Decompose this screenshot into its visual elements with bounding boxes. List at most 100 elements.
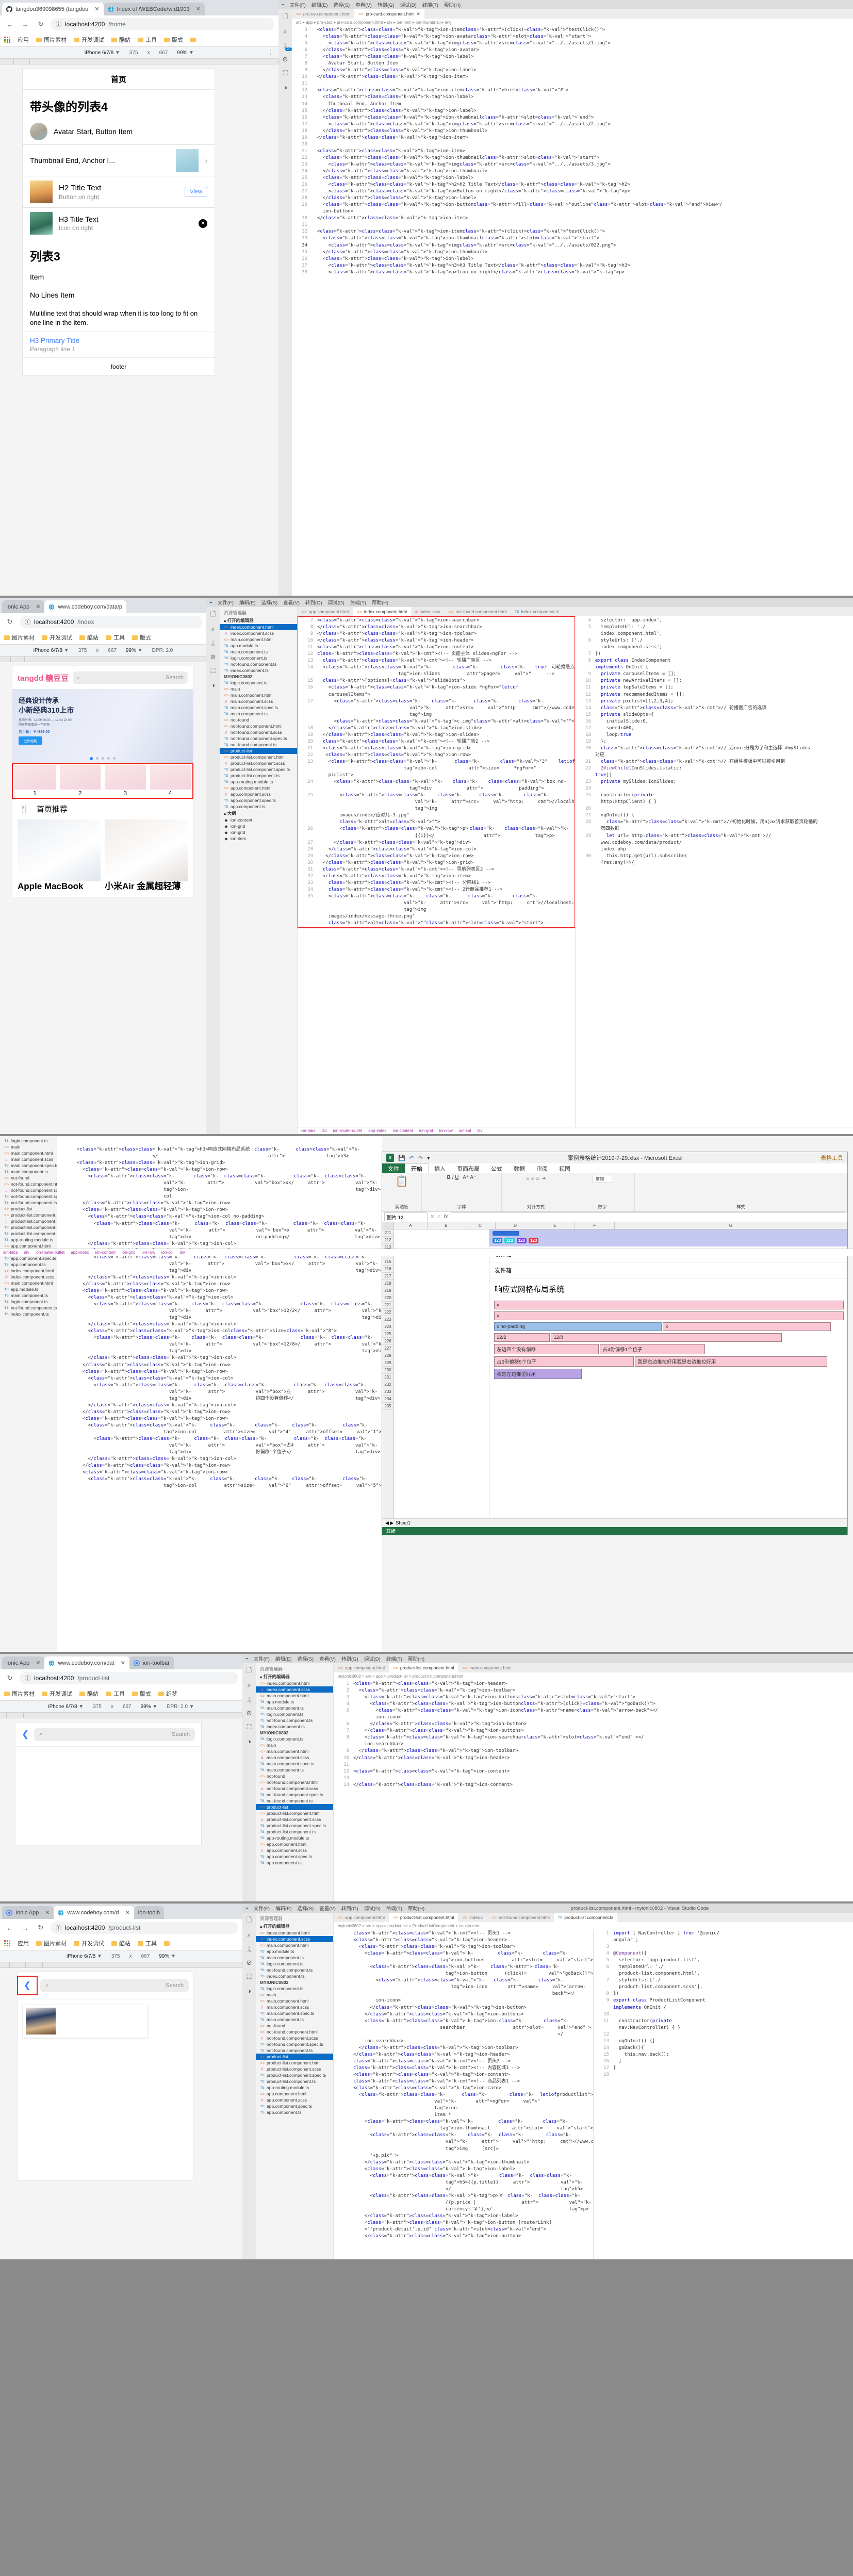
file-tree-item[interactable]: # main.component.scss xyxy=(220,698,297,704)
code-line[interactable]: 16 <class="k-attr">class = class ="k-val">"… xyxy=(292,114,853,121)
bookmark-item[interactable]: 开发调试 xyxy=(74,1939,104,1947)
code-line[interactable]: class="k-attr">class = class ="k-val">"k-cm… xyxy=(334,2078,593,2085)
code-line[interactable]: 15 </class="k-attr">class = class ="k-val">… xyxy=(292,108,853,114)
file-tree-item[interactable]: TS main.component.ts xyxy=(0,1292,57,1299)
close-icon[interactable]: ✕ xyxy=(32,1660,40,1666)
menu-go[interactable]: 转到(G) xyxy=(341,1655,358,1662)
code-line[interactable]: 19 </class="k-attr">class = class ="k-val">… xyxy=(298,732,575,739)
code-line[interactable]: <class="k-attr">class=class="k-val">"k-t… xyxy=(57,1207,382,1213)
file-tree-item[interactable]: TS app.component.spec.ts xyxy=(0,1255,57,1261)
column-header[interactable]: C xyxy=(465,1222,496,1229)
code-line[interactable]: <class="k-attr">class=class="k-val">"k-t… xyxy=(334,1964,594,1977)
file-tree-item[interactable]: TS not-found.component.ts xyxy=(0,1305,57,1311)
code-line[interactable]: carouselItems"> xyxy=(298,692,575,698)
browser-tab[interactable]: tangdou369098655 (tangdou ✕ xyxy=(2,3,104,15)
qat-more-icon[interactable]: ▾ xyxy=(427,1155,430,1161)
bookmark-item[interactable]: 酷站 xyxy=(111,36,130,44)
row-header[interactable]: 233 xyxy=(382,1388,393,1396)
editor-tab[interactable]: <> main.component.html xyxy=(458,1663,516,1672)
code-line[interactable]: ion-button> xyxy=(292,208,853,215)
name-box[interactable]: 图片 12 xyxy=(384,1212,428,1221)
menu-edit[interactable]: 编辑(E) xyxy=(275,1655,292,1662)
extensions-icon[interactable]: ⛶ xyxy=(209,667,217,675)
file-tree-item[interactable]: <> main.component.html xyxy=(256,1748,333,1754)
product-card[interactable]: Apple MacBook xyxy=(18,819,101,892)
code-line[interactable]: 23 <class="k-attr">class = class ="k-val">"… xyxy=(298,759,575,772)
code-line[interactable]: ion-icon> xyxy=(334,1714,853,1721)
file-tree-item[interactable]: <> app.component.html xyxy=(256,1841,333,1847)
code-line[interactable]: 15 private slideOpts={ xyxy=(576,712,853,718)
code-line[interactable]: 25 <class="k-attr">class = class ="k-val">"… xyxy=(292,175,853,182)
device-height[interactable]: 667 xyxy=(108,648,117,653)
element-node[interactable]: ion-content xyxy=(95,1250,116,1255)
menu-selection[interactable]: 选择(S) xyxy=(298,1655,314,1662)
device-selector[interactable]: iPhone 6/7/8 ▼ xyxy=(85,50,120,56)
menu-view[interactable]: 查看(V) xyxy=(355,1,372,8)
code-line[interactable]: 6 </class="k-attr">class = class ="k-val">"… xyxy=(334,1721,853,1728)
code-line[interactable]: 12 <class="k-attr">class = class ="k-val">"k… xyxy=(334,1768,853,1775)
row-header[interactable]: 212 xyxy=(382,1237,393,1244)
file-tree-item[interactable]: #app.component.scss xyxy=(256,1847,333,1853)
outline-section[interactable]: ▴ 大纲 xyxy=(220,810,297,817)
browser-tab[interactable]: www.codeboy.com/d ✕ xyxy=(54,1906,134,1919)
row-header[interactable]: 217 xyxy=(382,1273,393,1280)
element-node[interactable]: ion-grid xyxy=(122,1250,136,1255)
column-header[interactable]: G xyxy=(615,1222,847,1229)
code-line[interactable]: 14 </class="k-attr">class = class ="k-val">"… xyxy=(334,1782,853,1789)
file-tree-item[interactable]: #app.component.scss xyxy=(256,2097,333,2103)
row-header[interactable]: 222 xyxy=(382,1309,393,1316)
file-tree-item[interactable]: TS index.component.ts xyxy=(0,1311,57,1317)
element-node[interactable]: ion-content xyxy=(392,1128,413,1133)
code-line[interactable]: 4 <class="k-attr">class = class ="k-val">"k… xyxy=(292,34,853,40)
file-tree-item[interactable]: <> main xyxy=(256,1992,333,1998)
code-line[interactable]: 25 constructor(private xyxy=(576,792,853,799)
element-node[interactable]: ion-router-outlet xyxy=(333,1128,362,1133)
code-line[interactable]: 18 </class="k-attr">class = class ="k-val">… xyxy=(292,128,853,135)
file-tree-item[interactable]: # main.component.scss xyxy=(256,2004,333,2010)
code-line[interactable]: <class="k-attr">class=class="k-val">"k-t… xyxy=(334,2018,593,2038)
menu-file[interactable]: 文件(F) xyxy=(218,599,234,606)
file-tree-item[interactable]: TS main.component.ts xyxy=(256,2016,333,2023)
code-line[interactable]: 21 <class="k-attr">class = class ="k-val">"… xyxy=(298,745,575,752)
list-item[interactable]: Thumbnail End, Anchor I... › xyxy=(23,145,215,176)
browser-tab[interactable]: Ionic App ✕ xyxy=(2,600,45,613)
carousel-banner[interactable]: 经典设计传承 小新经典310上市 抢购时间：12.09 00:00 — 12.2… xyxy=(12,689,193,763)
open-editors-section[interactable]: ▴ 打开的编辑器 xyxy=(220,617,297,624)
code-line[interactable]: angular'; xyxy=(594,1937,853,1944)
extensions-icon[interactable]: ⛶ xyxy=(281,69,289,77)
code-line[interactable]: <class="k-attr">class=class="k-val">"k-t… xyxy=(57,1469,382,1476)
search-icon[interactable]: ⌕ xyxy=(209,625,217,633)
excel-empty-columns[interactable] xyxy=(394,1229,489,1518)
alignment-controls[interactable]: ≡ ≡ ≡ ⇥ xyxy=(526,1175,546,1182)
browser-tab[interactable]: Index of /WEBCode/wfd1903 ✕ xyxy=(103,3,205,15)
browser-tab[interactable]: Ionic App ✕ xyxy=(2,1906,54,1919)
code-line[interactable]: 26 <class="k-attr">class = class ="k-val">"… xyxy=(292,182,853,188)
file-tree-item[interactable]: <> app.component.html xyxy=(220,785,297,791)
file-tree-item[interactable]: #product-list.component.scss xyxy=(256,2066,333,2072)
file-tree-item[interactable]: #not-found.component.scss xyxy=(256,2035,333,2041)
file-tree-item[interactable]: <> main xyxy=(220,686,297,692)
row-header[interactable]: 218 xyxy=(382,1280,393,1287)
row-header[interactable]: 235 xyxy=(382,1403,393,1410)
row-header[interactable]: 230 xyxy=(382,1367,393,1374)
file-tree-item[interactable]: #product-list.component.scss xyxy=(256,1816,333,1823)
zoom-selector[interactable]: 99% ▼ xyxy=(141,1704,158,1710)
bookmark-item[interactable]: 版式 xyxy=(164,36,183,44)
bookmark-item[interactable]: 图片素材 xyxy=(36,1939,67,1947)
address-bar[interactable]: ⓘ localhost:4200/product-list xyxy=(20,1672,238,1684)
editor-tab[interactable]: <> product-list.component.html xyxy=(388,1913,458,1922)
close-icon[interactable]: ✕ xyxy=(193,6,201,12)
code-line[interactable]: </class="k-attr">class = class ="k-val">"k-… xyxy=(57,1321,382,1328)
list-item[interactable]: H2 Title Text Button on right View xyxy=(23,176,215,208)
kebab-menu-icon[interactable]: ⋮ xyxy=(268,50,273,56)
code-line[interactable]: <class="k-attr">class=class="k-val">"k-t… xyxy=(57,1382,382,1402)
extensions-icon[interactable]: ⛶ xyxy=(245,1973,253,1981)
ribbon-tab-data[interactable]: 数据 xyxy=(508,1163,531,1173)
file-tree-item[interactable]: TSnot-found.component.spec.ts xyxy=(220,735,297,742)
code-line[interactable]: class="k-attr">alt = class ="k-val">"" clas… xyxy=(298,920,575,927)
menu-selection[interactable]: 选择(S) xyxy=(298,1905,314,1912)
code-line[interactable]: ion-searchbar> xyxy=(334,2038,593,2045)
code-line[interactable]: product-list.component.html', xyxy=(594,1971,853,1977)
code-line[interactable]: </class="k-attr">class = class ="k-val">"k-… xyxy=(57,1355,382,1361)
element-node[interactable]: ion-row xyxy=(439,1128,453,1133)
